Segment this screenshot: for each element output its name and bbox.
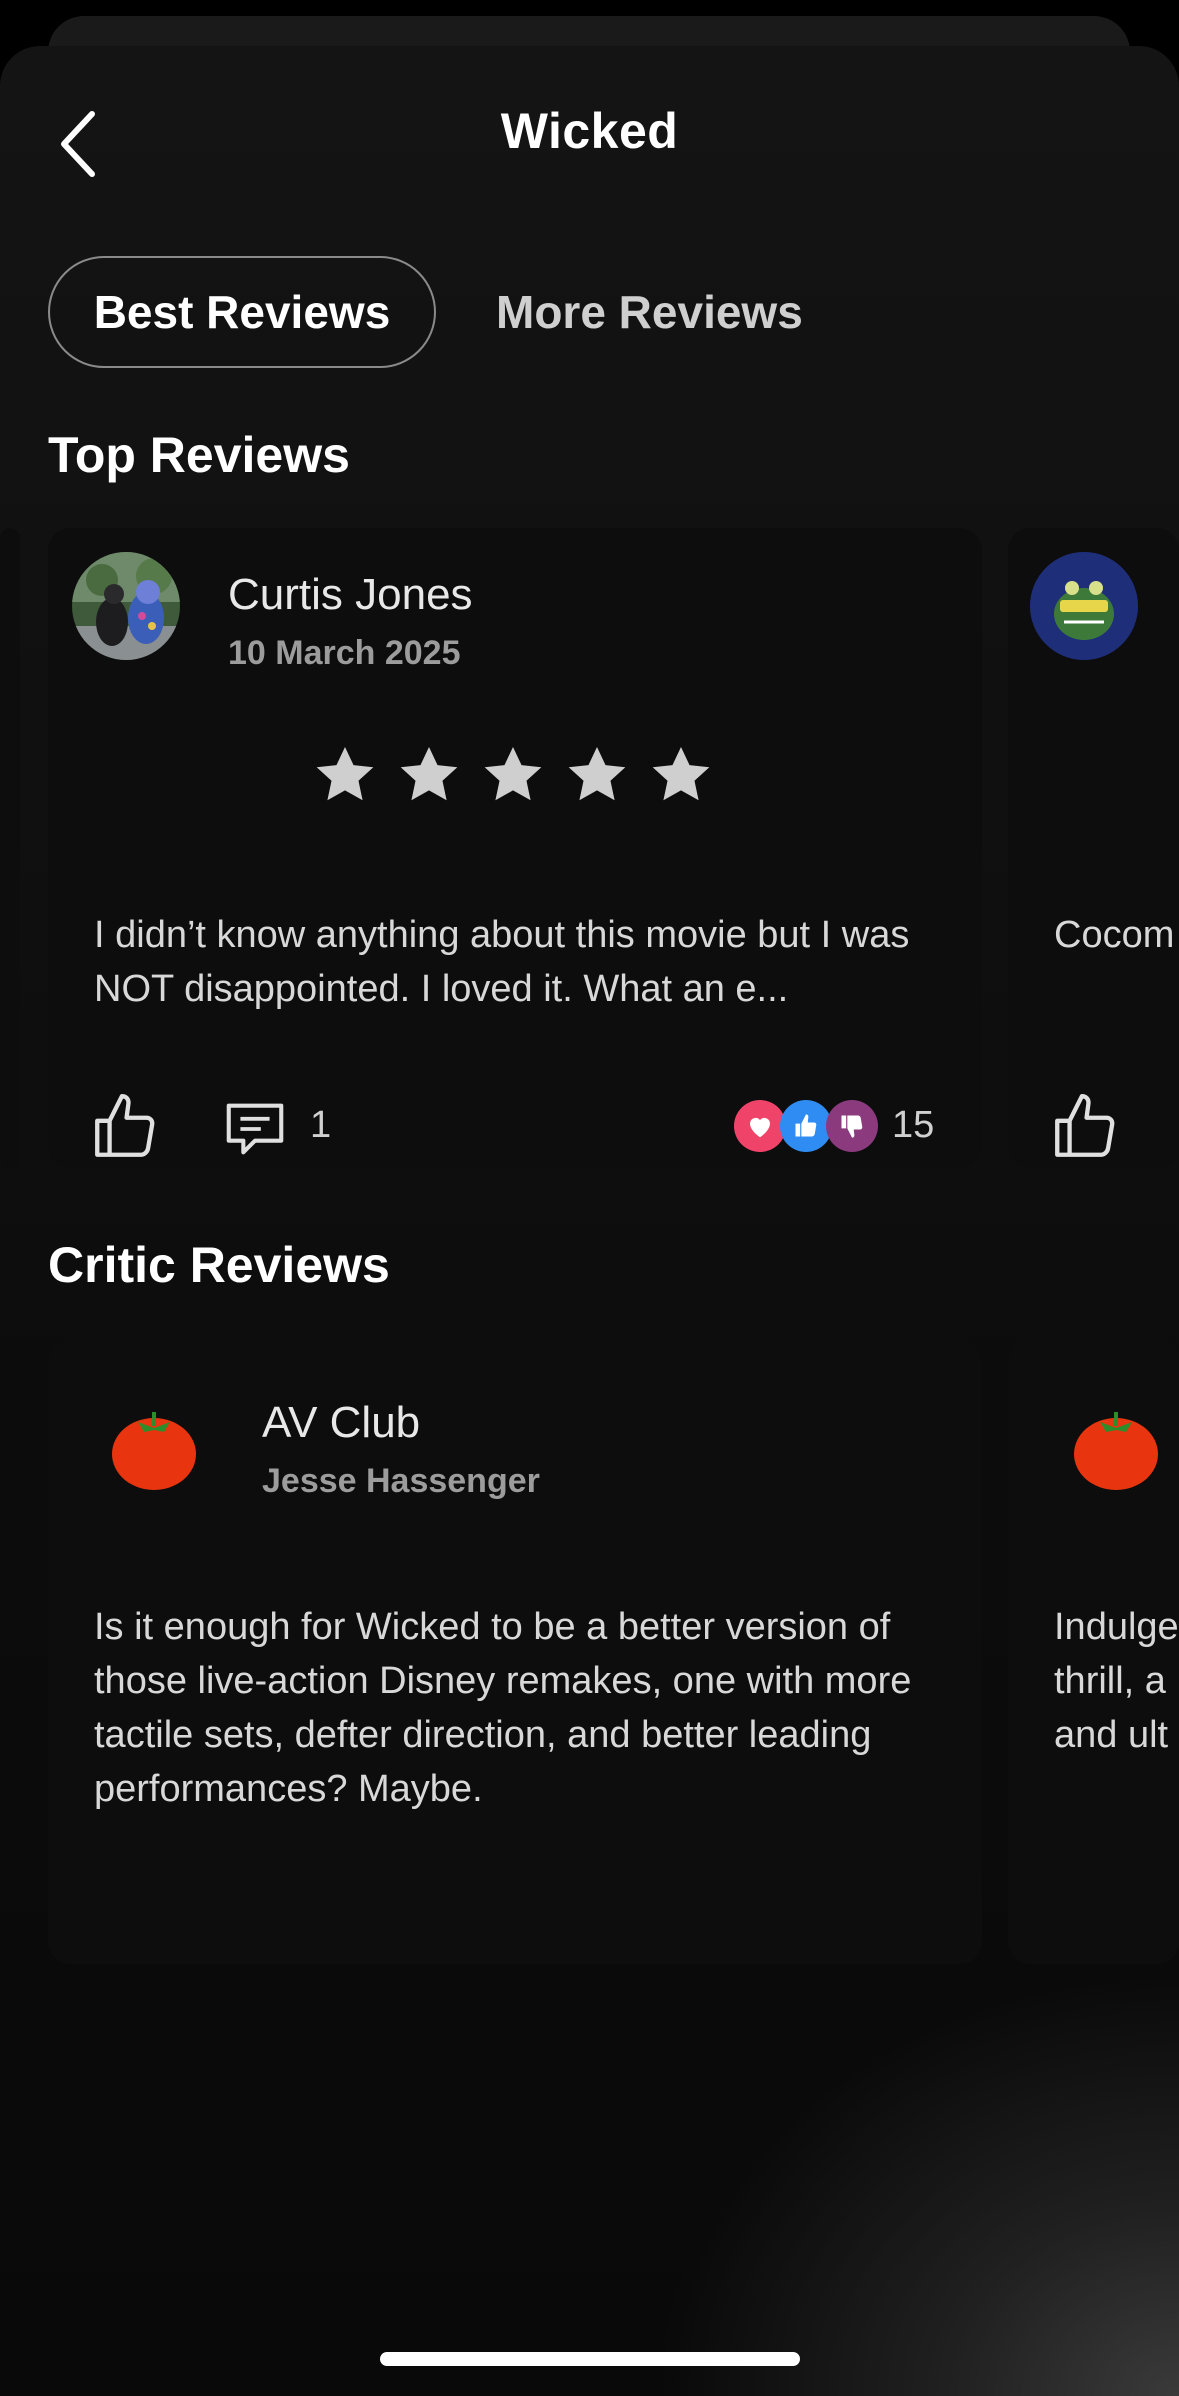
tab-more-reviews[interactable]: More Reviews	[496, 256, 803, 368]
like-icon[interactable]	[88, 1090, 162, 1164]
critic-outlet: AV Club	[262, 1398, 421, 1447]
review-card[interactable]: Curtis Jones 10 March 2025 I didn’t know…	[48, 528, 982, 1168]
avatar-logo	[1030, 552, 1138, 660]
page-title: Wicked	[500, 103, 679, 159]
tomato-icon	[112, 1412, 196, 1490]
avatar-photo	[72, 552, 180, 660]
star-icon	[652, 746, 710, 801]
reviews-sheet: Wicked Best Reviews More Reviews Top Rev…	[0, 46, 1179, 2396]
text-line: thrill, a	[1054, 1660, 1166, 1702]
star-icon	[484, 746, 542, 801]
text-line: and ult	[1054, 1714, 1169, 1756]
home-indicator[interactable]	[380, 2352, 800, 2366]
star-icon	[568, 746, 626, 801]
critic-name: Jesse Hassenger	[262, 1462, 540, 1500]
top-reviews-heading: Top Reviews	[48, 427, 350, 483]
star-icon	[316, 746, 374, 801]
review-text[interactable]: Cocom	[1054, 908, 1179, 962]
dislike-reaction-icon	[826, 1100, 878, 1152]
review-author: Curtis Jones	[228, 570, 473, 619]
star-icon	[400, 746, 458, 801]
star-rating	[312, 742, 714, 808]
reaction-count: 15	[892, 1104, 935, 1146]
tomato-icon	[1074, 1412, 1158, 1490]
tab-best-reviews[interactable]: Best Reviews	[48, 256, 436, 368]
avatar[interactable]	[1030, 552, 1138, 660]
critic-review-text[interactable]: Is it enough for Wicked to be a better v…	[94, 1600, 964, 1816]
previous-review-card-edge	[0, 528, 20, 1168]
critic-review-card[interactable]: Indulge thrill, a and ult	[1008, 1338, 1179, 1964]
critic-review-text[interactable]: Indulge thrill, a and ult	[1054, 1600, 1179, 1762]
review-card[interactable]: Cocom	[1008, 528, 1179, 1168]
review-text[interactable]: I didn’t know anything about this movie …	[94, 908, 954, 1016]
like-reaction-icon	[780, 1100, 832, 1152]
text-line: Indulge	[1054, 1606, 1179, 1648]
critic-review-card[interactable]: AV Club Jesse Hassenger Is it enough for…	[48, 1338, 982, 1964]
comment-icon[interactable]	[220, 1094, 290, 1164]
critic-reviews-heading: Critic Reviews	[48, 1237, 390, 1293]
like-icon[interactable]	[1048, 1090, 1122, 1164]
review-date: 10 March 2025	[228, 634, 461, 672]
avatar[interactable]	[72, 552, 180, 660]
heart-reaction-icon	[734, 1100, 786, 1152]
comment-count: 1	[310, 1104, 332, 1146]
